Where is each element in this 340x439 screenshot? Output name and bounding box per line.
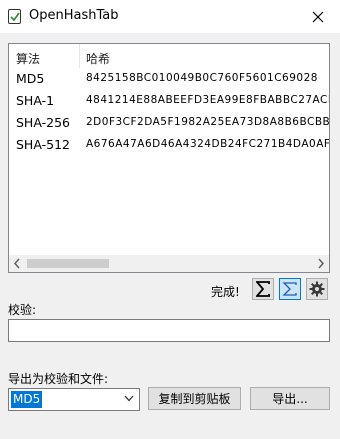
- sum-button[interactable]: [252, 278, 274, 300]
- gear-icon: [309, 281, 325, 297]
- sigma-box-icon: [282, 282, 297, 296]
- window-title: OpenHashTab: [29, 8, 119, 23]
- column-divider[interactable]: [79, 44, 80, 68]
- horizontal-scrollbar[interactable]: [9, 255, 329, 272]
- openhashtab-window: OpenHashTab 算法 哈希 MD5 8425158BC010049B0C…: [0, 0, 340, 439]
- column-header-algorithm[interactable]: 算法: [16, 50, 40, 67]
- export-button[interactable]: 导出...: [250, 387, 330, 410]
- status-text: 完成!: [211, 285, 240, 299]
- table-row[interactable]: MD5 8425158BC010049B0C760F5601C69028: [9, 68, 329, 90]
- export-label: 导出为校验和文件:: [8, 372, 109, 386]
- scroll-right-icon[interactable]: [317, 258, 325, 269]
- table-row[interactable]: SHA-512 A676A47A6D46A4324DB24FC271B4DA0A…: [9, 134, 329, 156]
- hash-list[interactable]: 算法 哈希 MD5 8425158BC010049B0C760F5601C690…: [8, 43, 330, 273]
- algorithm-cell: SHA-256: [16, 115, 70, 130]
- table-row[interactable]: SHA-256 2D0F3CF2DA5F1982A25EA73D8A8B6BCB…: [9, 112, 329, 134]
- sigma-icon: [256, 281, 270, 297]
- chevron-down-icon: [124, 395, 134, 402]
- hash-cell: 2D0F3CF2DA5F1982A25EA73D8A8B6BCBBAE: [86, 116, 330, 128]
- title-bar: OpenHashTab: [0, 0, 340, 33]
- algorithm-cell: SHA-1: [16, 93, 55, 108]
- column-header-hash[interactable]: 哈希: [86, 50, 110, 67]
- hash-cell: 4841214E88ABEEFD3EA99E8FBABBC27ACBF: [86, 94, 330, 106]
- sum-alt-button[interactable]: [279, 278, 301, 300]
- list-header: 算法 哈希: [9, 44, 329, 68]
- table-row[interactable]: SHA-1 4841214E88ABEEFD3EA99E8FBABBC27ACB…: [9, 90, 329, 112]
- settings-button[interactable]: [306, 278, 328, 300]
- verify-label: 校验:: [8, 303, 37, 317]
- hash-cell: A676A47A6D46A4324DB24FC271B4DA0AFD7: [86, 138, 330, 150]
- copy-to-clipboard-button[interactable]: 复制到剪贴板: [148, 387, 241, 410]
- algorithm-dropdown[interactable]: MD5: [8, 388, 140, 411]
- dropdown-selected-value: MD5: [11, 391, 43, 408]
- verify-input[interactable]: [8, 319, 330, 342]
- algorithm-cell: MD5: [16, 71, 45, 86]
- scroll-left-icon[interactable]: [13, 258, 21, 269]
- scrollbar-thumb[interactable]: [27, 259, 109, 268]
- document-check-icon: [8, 9, 21, 24]
- close-button[interactable]: [296, 0, 340, 33]
- algorithm-cell: SHA-512: [16, 137, 70, 152]
- close-icon: [312, 11, 324, 22]
- hash-cell: 8425158BC010049B0C760F5601C69028: [86, 72, 318, 84]
